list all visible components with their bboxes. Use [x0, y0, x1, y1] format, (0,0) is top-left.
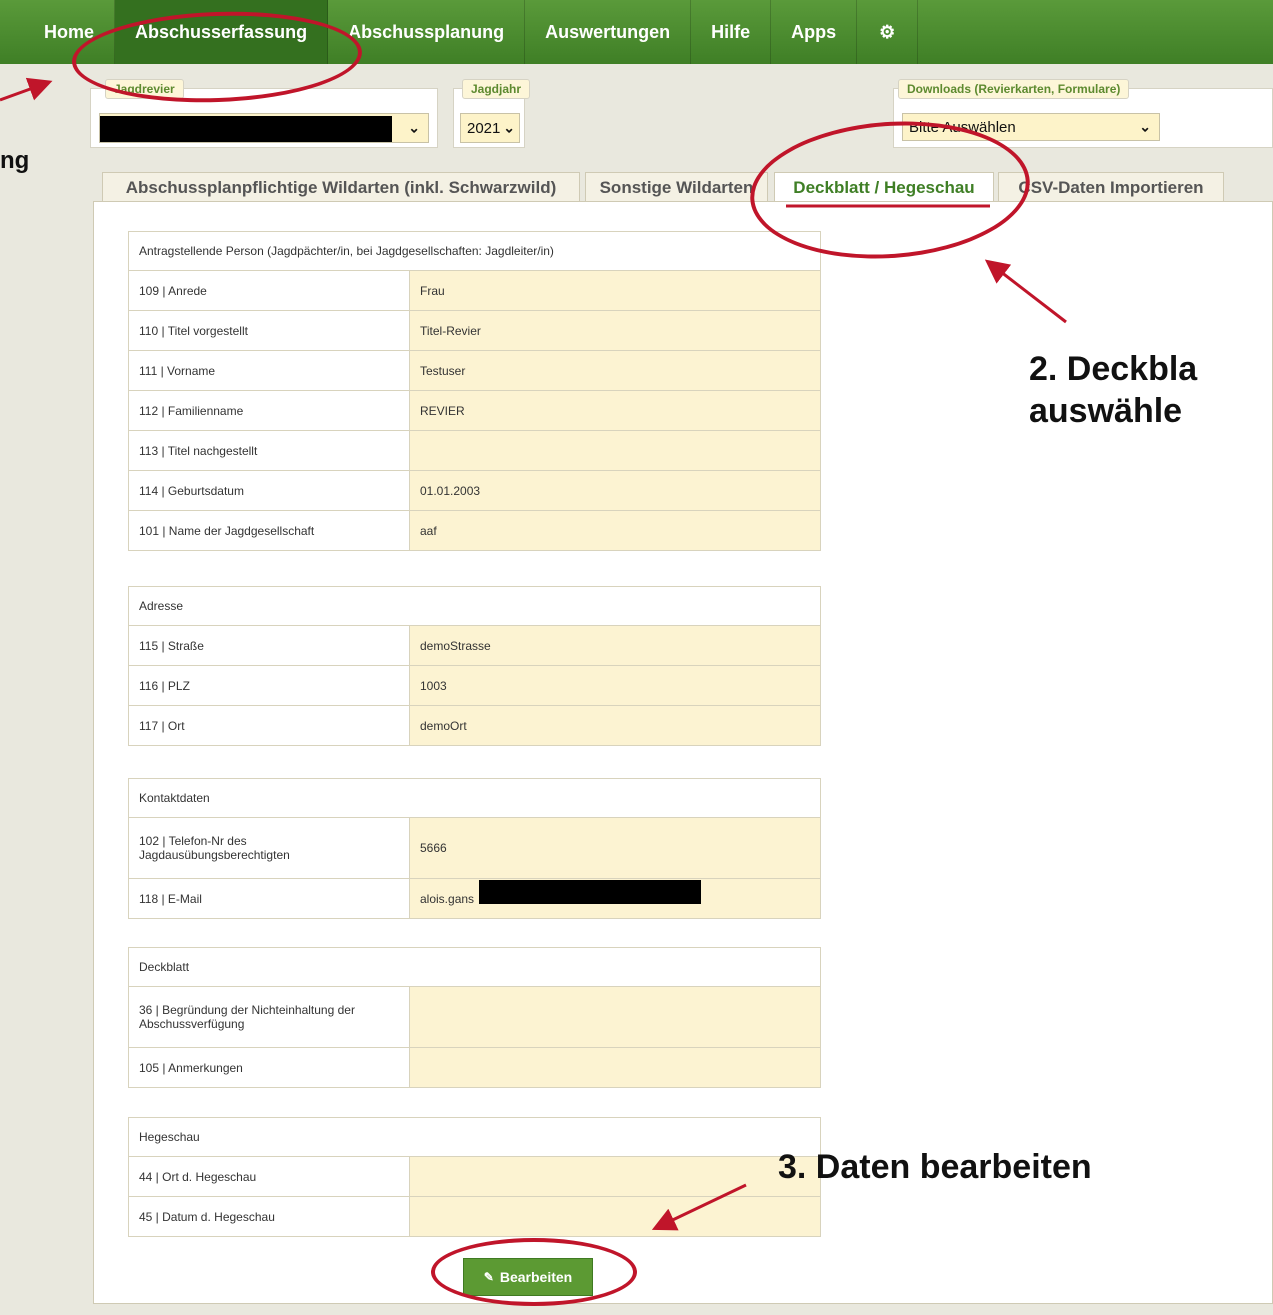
arrow-step3: [651, 1183, 747, 1231]
arrow-step2: [984, 259, 1067, 324]
arrow-step1: [0, 77, 53, 102]
annotation-arrows: [0, 77, 1067, 1231]
